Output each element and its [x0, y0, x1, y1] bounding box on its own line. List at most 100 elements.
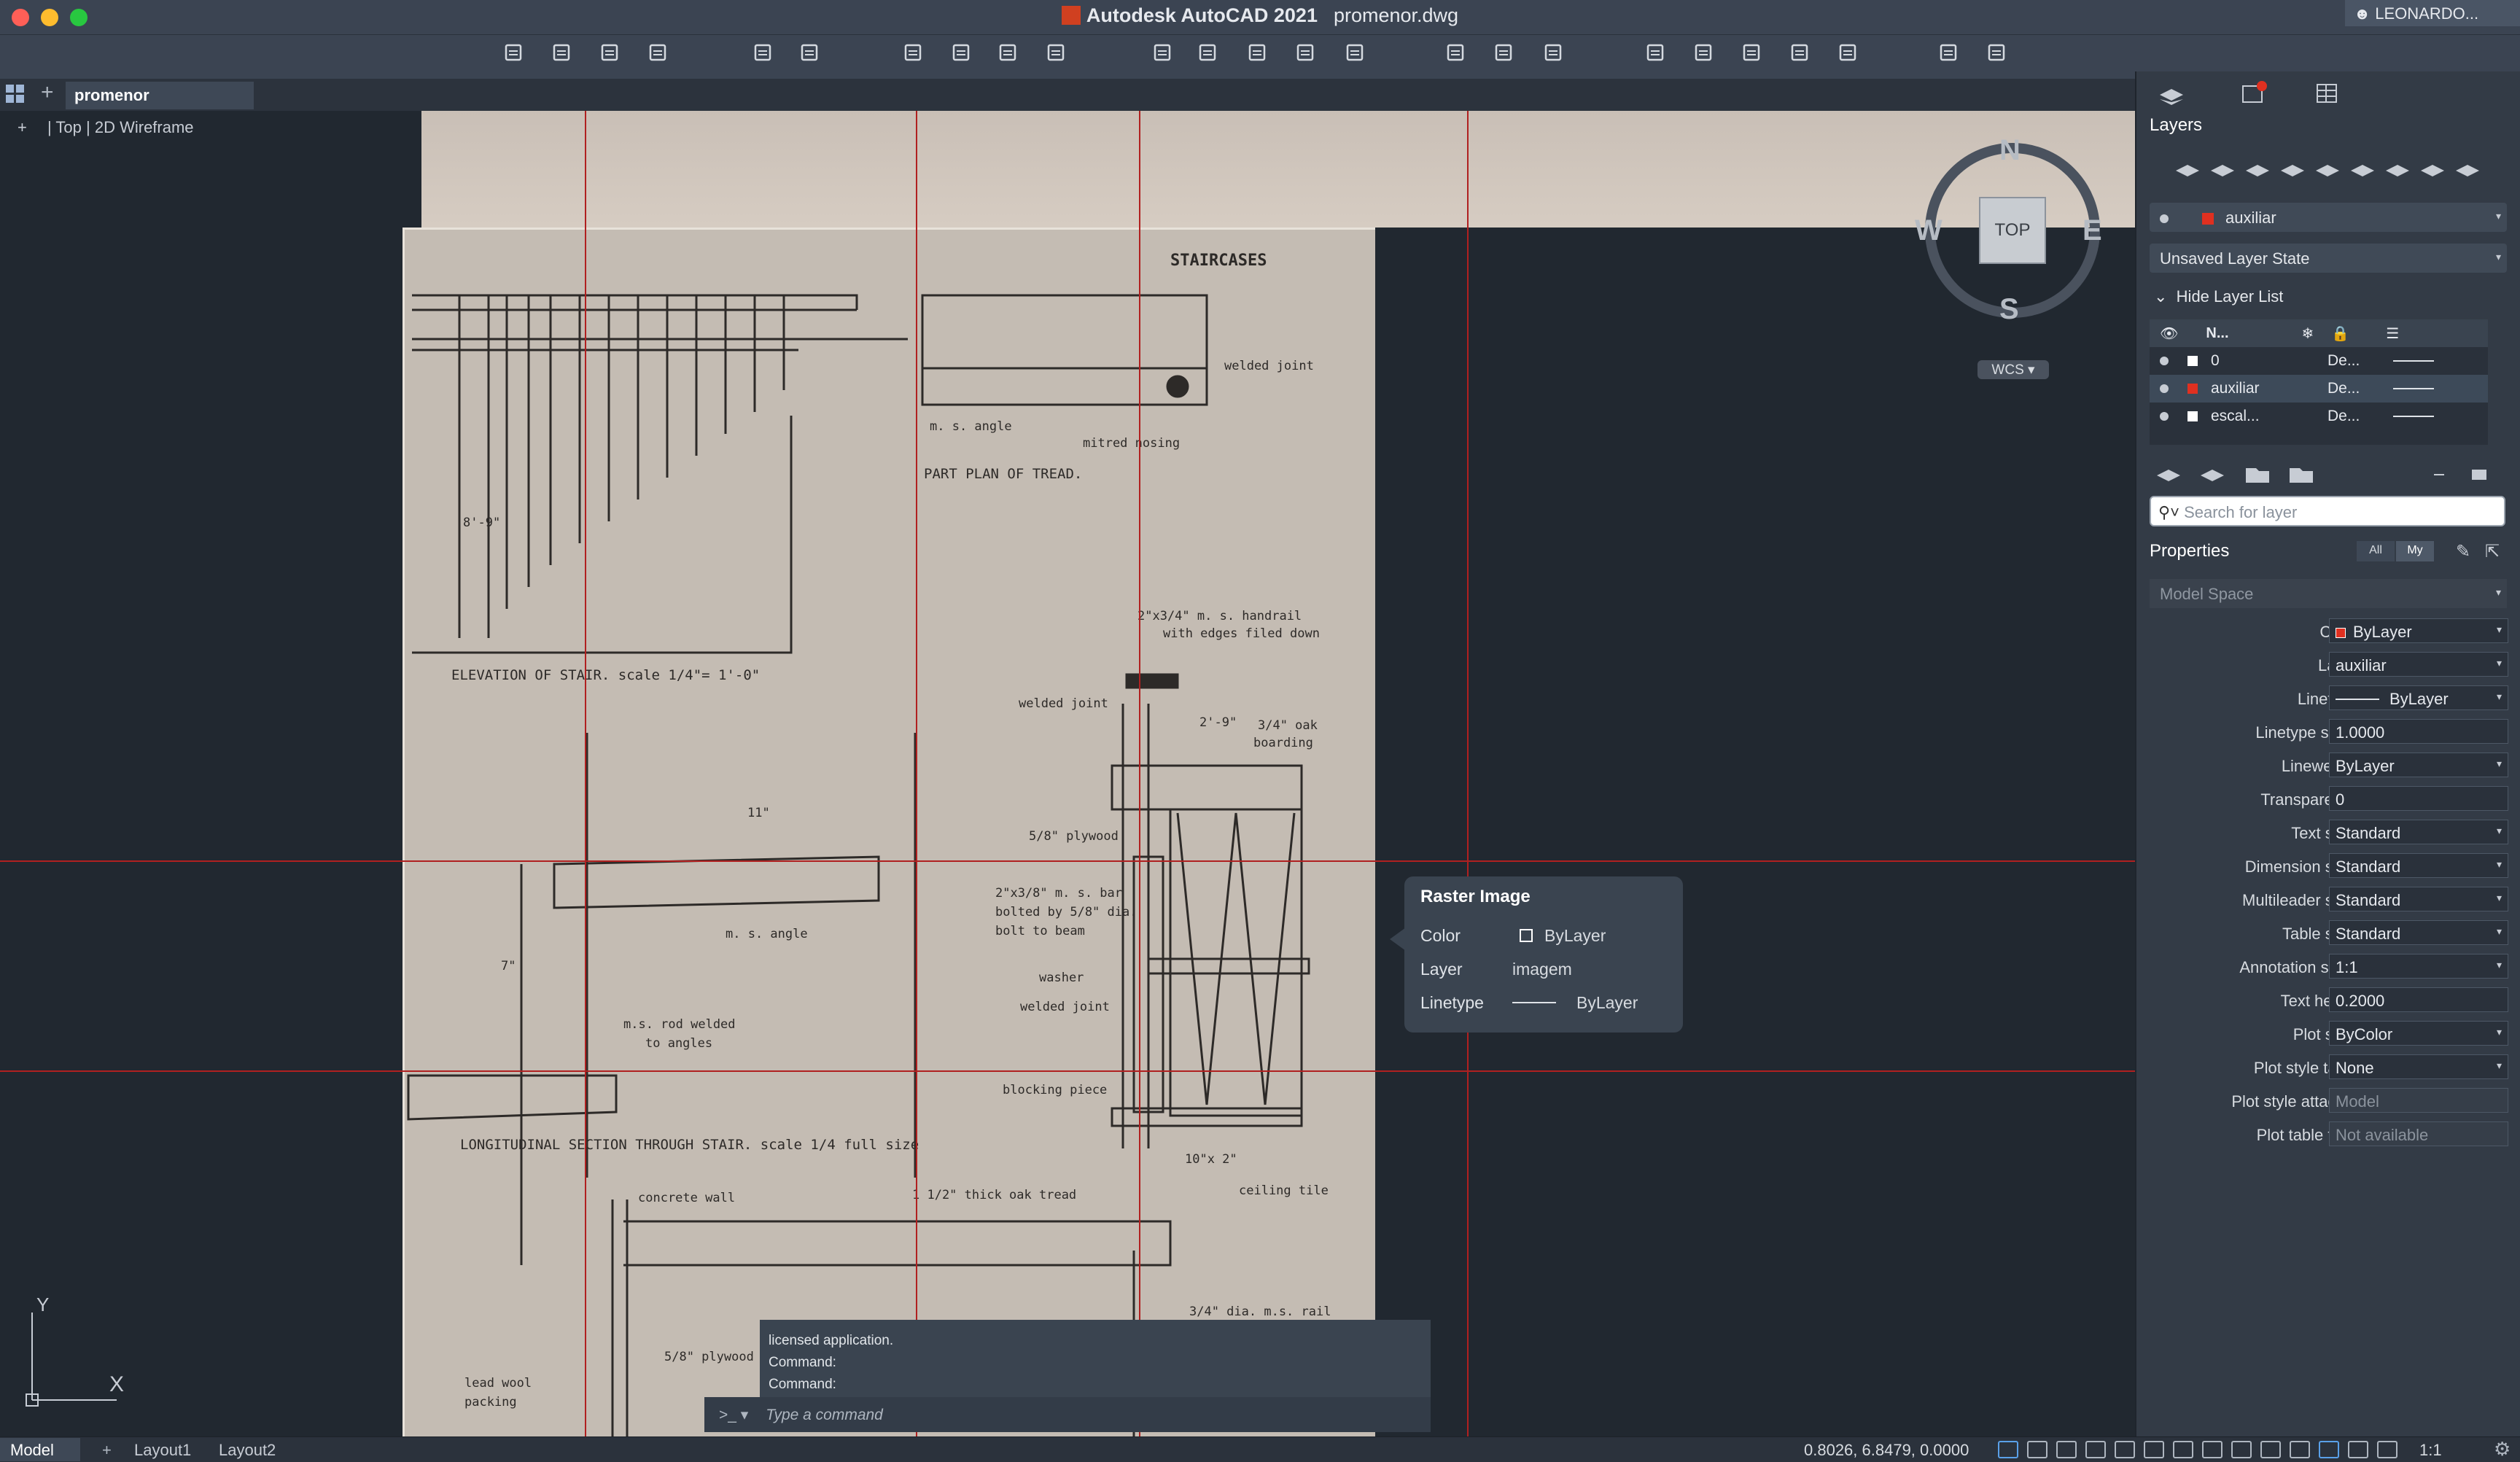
- lock-icon[interactable]: 🔒: [2331, 324, 2349, 343]
- property-value[interactable]: Standard ▾: [2329, 820, 2508, 844]
- redo-icon[interactable]: [795, 38, 824, 67]
- viewport-menu-plus[interactable]: +: [18, 118, 27, 136]
- layer-tools-icon[interactable]: [1291, 38, 1320, 67]
- dynamic-ucs-icon[interactable]: [2319, 1441, 2339, 1458]
- external-ref-icon[interactable]: [1242, 38, 1272, 67]
- layer-row[interactable]: 0 De...: [2150, 347, 2488, 375]
- freeze-icon[interactable]: ❄: [2302, 324, 2314, 343]
- grid-icon[interactable]: [1998, 1441, 2018, 1458]
- property-value[interactable]: 1.0000: [2329, 719, 2508, 744]
- property-value[interactable]: 0: [2329, 786, 2508, 811]
- layer-on-icon[interactable]: [2160, 412, 2169, 421]
- property-value[interactable]: 0.2000: [2329, 987, 2508, 1012]
- undo-icon[interactable]: [748, 38, 777, 67]
- plot-icon[interactable]: [898, 38, 928, 67]
- auto-scale-icon[interactable]: [2377, 1441, 2398, 1458]
- otrack-icon[interactable]: [2173, 1441, 2193, 1458]
- annotation-scale[interactable]: 1:1: [2419, 1438, 2452, 1461]
- isodraft-icon[interactable]: [2115, 1441, 2135, 1458]
- export-pdf-icon[interactable]: [1041, 38, 1070, 67]
- compass-north[interactable]: N: [1999, 134, 2021, 167]
- publish-icon[interactable]: [993, 38, 1022, 67]
- layer-row[interactable]: escal... De...: [2150, 403, 2488, 430]
- command-prompt-icon[interactable]: >_: [719, 1407, 736, 1423]
- polar-icon[interactable]: [2085, 1441, 2106, 1458]
- property-value[interactable]: Standard ▾: [2329, 853, 2508, 878]
- ortho-icon[interactable]: [2056, 1441, 2077, 1458]
- select-icon[interactable]: [1689, 38, 1718, 67]
- raster-image-drawing[interactable]: STAIRCASES welded joint m. s. angle mitr…: [402, 228, 1375, 1439]
- property-value[interactable]: ByLayer ▾: [2329, 618, 2508, 643]
- compass-west[interactable]: W: [1915, 214, 1942, 247]
- layer-search-input[interactable]: ⚲˅ Search for layer: [2150, 496, 2505, 526]
- property-value[interactable]: Standard ▾: [2329, 887, 2508, 911]
- compass-east[interactable]: E: [2082, 214, 2102, 247]
- save-as-icon[interactable]: [643, 38, 672, 67]
- workspace-icon[interactable]: [1934, 38, 1963, 67]
- layer-row[interactable]: auxiliar De...: [2150, 375, 2488, 403]
- file-tab-promenor[interactable]: promenor: [66, 82, 254, 109]
- property-value[interactable]: ByColor ▾: [2329, 1021, 2508, 1046]
- select-objects-icon[interactable]: ✎: [2456, 541, 2470, 562]
- tab-layout2[interactable]: Layout2: [209, 1438, 286, 1461]
- layer-list-table[interactable]: 👁 N... ❄ 🔒 ☰ 0 De... auxiliar De... escal...…: [2150, 319, 2488, 445]
- view-control-top[interactable]: Top: [55, 118, 81, 136]
- property-value[interactable]: 1:1 ▾: [2329, 954, 2508, 979]
- lineweight-icon[interactable]: [2202, 1441, 2222, 1458]
- property-value[interactable]: ByLayer ▾: [2329, 753, 2508, 777]
- selection-dropdown[interactable]: Model Space ▾: [2150, 579, 2507, 608]
- import-icon[interactable]: [1148, 38, 1177, 67]
- selection-cycling-icon[interactable]: [2260, 1441, 2281, 1458]
- share-icon[interactable]: [1737, 38, 1766, 67]
- viewport-controls[interactable]: + | Top | 2D Wireframe: [18, 118, 194, 137]
- visual-style-control[interactable]: 2D Wireframe: [95, 118, 194, 136]
- layer-on-icon[interactable]: [2160, 357, 2169, 365]
- command-line[interactable]: >_ ▾ Type a command: [704, 1397, 1431, 1432]
- add-layout-plus-icon[interactable]: +: [92, 1438, 122, 1461]
- layer-on-icon[interactable]: [2160, 384, 2169, 393]
- snap-icon[interactable]: [2027, 1441, 2048, 1458]
- new-tab-plus-icon[interactable]: +: [41, 80, 54, 105]
- attach-icon[interactable]: [1193, 38, 1222, 67]
- blocks-tab-icon[interactable]: [2239, 79, 2268, 105]
- new-file-icon[interactable]: [499, 38, 528, 67]
- osnap-icon[interactable]: [2144, 1441, 2164, 1458]
- layer-color-swatch[interactable]: [2188, 411, 2198, 421]
- lineweight-icon[interactable]: ☰: [2386, 324, 2399, 343]
- property-value[interactable]: Standard ▾: [2329, 920, 2508, 945]
- start-tab-grid-icon[interactable]: [4, 83, 26, 105]
- viewcube-top-face[interactable]: TOP: [1979, 197, 2046, 264]
- notifications-icon[interactable]: [1833, 38, 1862, 67]
- zoom-window-icon[interactable]: [1441, 38, 1470, 67]
- 3d-osnap-icon[interactable]: [2290, 1441, 2310, 1458]
- save-icon[interactable]: [595, 38, 624, 67]
- open-file-icon[interactable]: [547, 38, 576, 67]
- property-value[interactable]: None ▾: [2329, 1054, 2508, 1079]
- properties-tab-icon[interactable]: [2313, 80, 2342, 106]
- compass-south[interactable]: S: [1999, 293, 2019, 326]
- customize-icon[interactable]: [1982, 38, 2011, 67]
- match-props-icon[interactable]: [1340, 38, 1369, 67]
- wcs-dropdown[interactable]: WCS ▾: [1978, 360, 2049, 379]
- pan-icon[interactable]: [1489, 38, 1518, 67]
- batch-plot-icon[interactable]: [946, 38, 976, 67]
- insert-block-icon[interactable]: [1641, 38, 1670, 67]
- layers-tab-icon[interactable]: [2157, 80, 2186, 106]
- annotation-visibility-icon[interactable]: [2348, 1441, 2368, 1458]
- layer-color-swatch[interactable]: [2188, 356, 2198, 366]
- panel-options-icon[interactable]: ⇱: [2485, 541, 2500, 562]
- filter-my-button[interactable]: My: [2396, 541, 2434, 561]
- layer-color-swatch[interactable]: [2188, 384, 2198, 394]
- command-input[interactable]: Type a command: [766, 1407, 883, 1423]
- settings-gear-icon[interactable]: ⚙: [2494, 1438, 2511, 1461]
- property-value[interactable]: auxiliar ▾: [2329, 652, 2508, 677]
- filter-all-button[interactable]: All: [2357, 541, 2395, 561]
- hide-layer-list-toggle[interactable]: ⌄ Hide Layer List: [2154, 287, 2283, 306]
- tab-layout1[interactable]: Layout1: [124, 1438, 201, 1461]
- layer-state-dropdown[interactable]: Unsaved Layer State ▾: [2150, 244, 2507, 273]
- user-menu[interactable]: ☻ LEONARDO...: [2345, 0, 2520, 26]
- transparency-icon[interactable]: [2231, 1441, 2252, 1458]
- property-value[interactable]: ByLayer ▾: [2329, 685, 2508, 710]
- collaborate-icon[interactable]: [1785, 38, 1814, 67]
- layer-name-column-header[interactable]: N...: [2206, 325, 2228, 342]
